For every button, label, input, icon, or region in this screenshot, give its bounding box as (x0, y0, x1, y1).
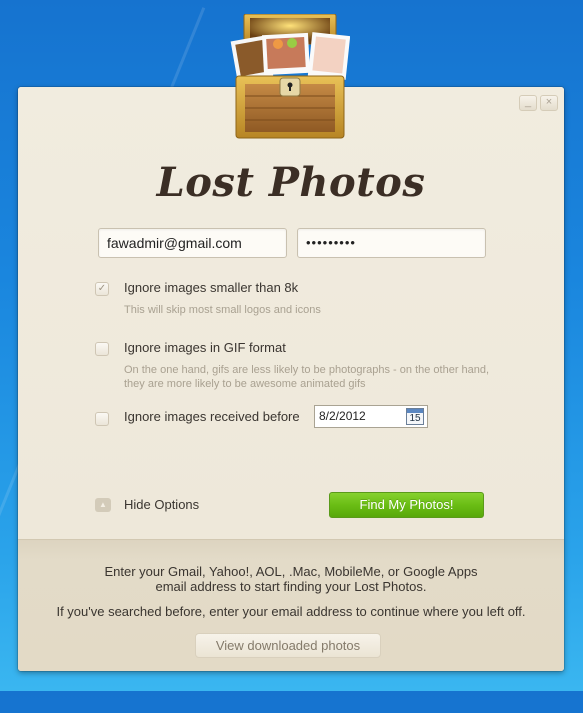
option-small-images-hint: This will skip most small logos and icon… (124, 304, 321, 316)
option-gif-label: Ignore images in GIF format (124, 340, 286, 355)
email-field[interactable]: fawadmir@gmail.com (98, 228, 287, 258)
option-gif-checkbox[interactable] (95, 342, 109, 356)
option-small-images-label: Ignore images smaller than 8k (124, 280, 299, 295)
find-my-photos-button[interactable]: Find My Photos! (329, 492, 484, 518)
option-date-checkbox[interactable] (95, 412, 109, 426)
password-field[interactable]: ••••••••• (297, 228, 486, 258)
option-date-label: Ignore images received before (124, 409, 300, 424)
date-value: 8/2/2012 (319, 409, 366, 423)
view-downloaded-photos-button[interactable]: View downloaded photos (195, 633, 381, 658)
info-text: Enter your Gmail, Yahoo!, AOL, .Mac, Mob… (18, 564, 564, 594)
minimize-button[interactable]: _ (519, 95, 537, 111)
app-window: _ × Lost Photos fawadmir@gmail.com •••••… (18, 87, 564, 671)
info-returning-text: If you've searched before, enter your em… (56, 604, 526, 619)
hide-options-toggle[interactable]: ▲ (95, 498, 111, 512)
close-button[interactable]: × (540, 95, 558, 111)
triangle-up-icon: ▲ (99, 500, 107, 509)
info-line-1: Enter your Gmail, Yahoo!, AOL, .Mac, Mob… (104, 564, 478, 579)
app-title: Lost Photos (156, 159, 426, 206)
date-picker-input[interactable]: 8/2/2012 15 (314, 405, 428, 428)
options-panel: _ × Lost Photos fawadmir@gmail.com •••••… (18, 87, 564, 539)
option-small-images-checkbox[interactable]: ✓ (95, 282, 109, 296)
treasure-chest-logo-icon (230, 14, 350, 139)
calendar-icon[interactable]: 15 (406, 408, 424, 425)
info-line-2: email address to start finding your Lost… (155, 579, 427, 594)
info-panel: Enter your Gmail, Yahoo!, AOL, .Mac, Mob… (18, 539, 564, 671)
check-icon: ✓ (97, 283, 107, 294)
option-gif-hint: On the one hand, gifs are less likely to… (124, 364, 490, 390)
photo-stack (230, 32, 350, 83)
hide-options-label[interactable]: Hide Options (124, 497, 199, 512)
